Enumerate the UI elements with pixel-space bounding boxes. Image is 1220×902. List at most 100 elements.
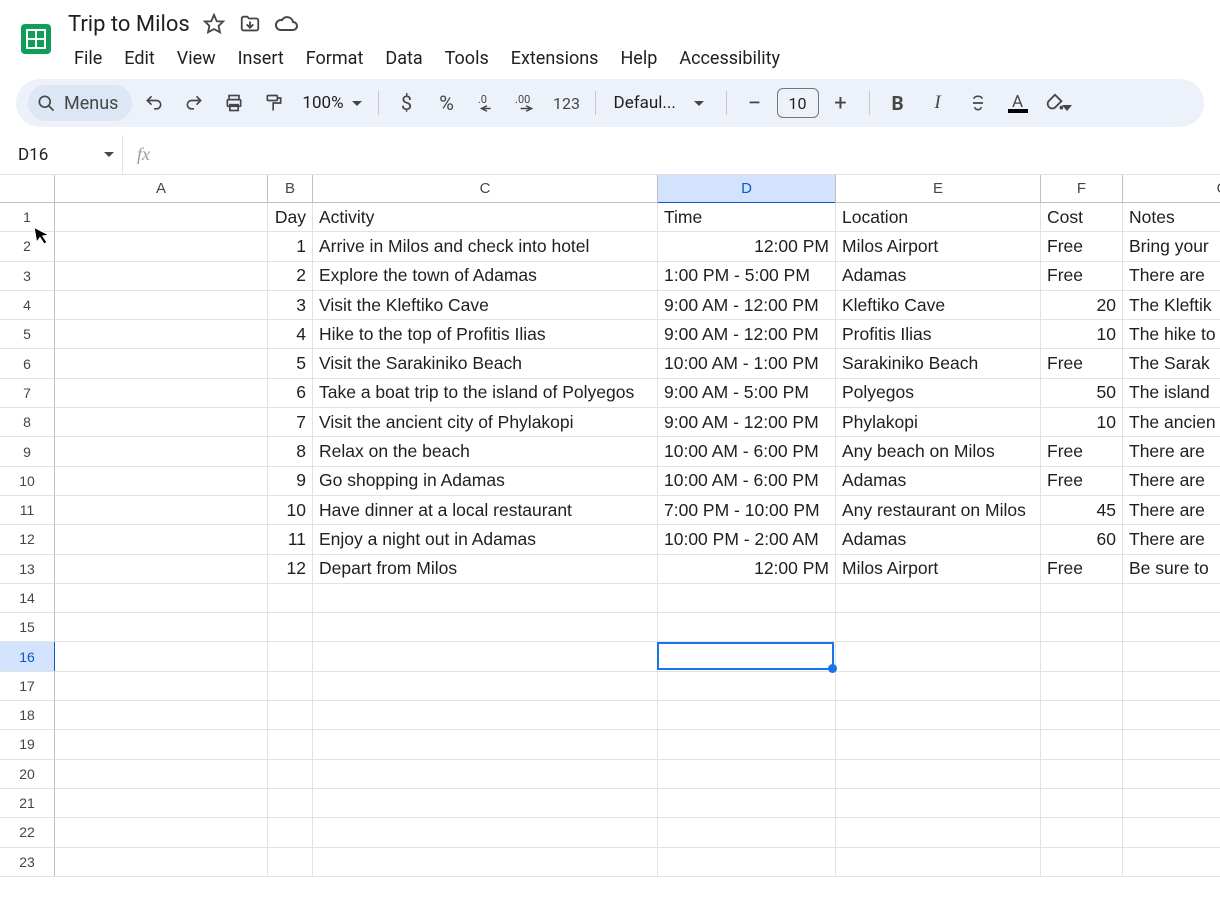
- cloud-status-icon[interactable]: [274, 12, 298, 36]
- cell[interactable]: [55, 496, 268, 525]
- cell[interactable]: 9:00 AM - 12:00 PM: [658, 408, 836, 437]
- cell[interactable]: [658, 730, 836, 759]
- cell[interactable]: [55, 291, 268, 320]
- cell[interactable]: [55, 262, 268, 291]
- cell[interactable]: Relax on the beach: [313, 437, 658, 466]
- cell[interactable]: [313, 584, 658, 613]
- row-header[interactable]: 17: [0, 672, 55, 701]
- cell[interactable]: Polyegos: [836, 379, 1041, 408]
- strikethrough-button[interactable]: [960, 85, 996, 121]
- cell[interactable]: [658, 642, 836, 671]
- cell[interactable]: [658, 701, 836, 730]
- cell[interactable]: Take a boat trip to the island of Polyeg…: [313, 379, 658, 408]
- cell[interactable]: Activity: [313, 203, 658, 232]
- cell[interactable]: 1: [268, 232, 313, 261]
- row-header[interactable]: 8: [0, 408, 55, 437]
- menu-edit[interactable]: Edit: [114, 44, 164, 73]
- cell[interactable]: [268, 672, 313, 701]
- cell[interactable]: [313, 642, 658, 671]
- cell[interactable]: [55, 525, 268, 554]
- cell[interactable]: [313, 672, 658, 701]
- cell[interactable]: [1123, 760, 1220, 789]
- cell[interactable]: 8: [268, 437, 313, 466]
- doc-title[interactable]: Trip to Milos: [68, 12, 190, 37]
- row-header[interactable]: 18: [0, 701, 55, 730]
- cell[interactable]: There are: [1123, 262, 1220, 291]
- cell[interactable]: [268, 818, 313, 847]
- cell[interactable]: [55, 408, 268, 437]
- cell[interactable]: [658, 584, 836, 613]
- menu-help[interactable]: Help: [610, 44, 667, 73]
- menu-view[interactable]: View: [167, 44, 226, 73]
- decrease-font-size-button[interactable]: −: [737, 85, 773, 121]
- cell[interactable]: There are: [1123, 467, 1220, 496]
- row-header[interactable]: 22: [0, 818, 55, 847]
- col-header-G[interactable]: G: [1123, 175, 1220, 202]
- cell[interactable]: [1041, 848, 1123, 877]
- cell[interactable]: [55, 203, 268, 232]
- cell[interactable]: [55, 320, 268, 349]
- cell[interactable]: [313, 613, 658, 642]
- cell[interactable]: Visit the Kleftiko Cave: [313, 291, 658, 320]
- cell[interactable]: [836, 760, 1041, 789]
- cell[interactable]: 9:00 AM - 5:00 PM: [658, 379, 836, 408]
- sheets-logo[interactable]: [16, 12, 56, 66]
- menu-accessibility[interactable]: Accessibility: [669, 44, 790, 73]
- cell[interactable]: 2: [268, 262, 313, 291]
- bold-button[interactable]: B: [880, 85, 916, 121]
- cell[interactable]: [55, 818, 268, 847]
- cell[interactable]: Phylakopi: [836, 408, 1041, 437]
- cell[interactable]: Free: [1041, 262, 1123, 291]
- cell[interactable]: [268, 613, 313, 642]
- cell[interactable]: [55, 848, 268, 877]
- cell[interactable]: 12: [268, 555, 313, 584]
- menu-data[interactable]: Data: [375, 44, 432, 73]
- cell[interactable]: Enjoy a night out in Adamas: [313, 525, 658, 554]
- cell[interactable]: The Sarak: [1123, 349, 1220, 378]
- cell[interactable]: There are: [1123, 496, 1220, 525]
- cell[interactable]: [658, 818, 836, 847]
- cell[interactable]: [55, 379, 268, 408]
- cell[interactable]: 10: [268, 496, 313, 525]
- cell[interactable]: [658, 848, 836, 877]
- cell[interactable]: [1123, 848, 1220, 877]
- cell[interactable]: [836, 613, 1041, 642]
- col-header-D[interactable]: D: [658, 175, 836, 202]
- row-header[interactable]: 2: [0, 232, 55, 261]
- cell[interactable]: Depart from Milos: [313, 555, 658, 584]
- cell[interactable]: [313, 760, 658, 789]
- cell[interactable]: Go shopping in Adamas: [313, 467, 658, 496]
- select-all-corner[interactable]: [0, 175, 55, 202]
- move-icon[interactable]: [238, 12, 262, 36]
- row-header[interactable]: 19: [0, 730, 55, 759]
- cell[interactable]: Free: [1041, 349, 1123, 378]
- menus-search-button[interactable]: Menus: [28, 85, 132, 121]
- cell[interactable]: [836, 642, 1041, 671]
- row-header[interactable]: 23: [0, 848, 55, 877]
- print-button[interactable]: [216, 85, 252, 121]
- cell[interactable]: Adamas: [836, 262, 1041, 291]
- cell[interactable]: [1041, 584, 1123, 613]
- cell[interactable]: Milos Airport: [836, 232, 1041, 261]
- cell[interactable]: Bring your: [1123, 232, 1220, 261]
- cell[interactable]: Any restaurant on Milos: [836, 496, 1041, 525]
- cell[interactable]: Cost: [1041, 203, 1123, 232]
- cell[interactable]: Arrive in Milos and check into hotel: [313, 232, 658, 261]
- decrease-decimal-button[interactable]: .0: [469, 85, 505, 121]
- cell[interactable]: 50: [1041, 379, 1123, 408]
- cell[interactable]: [1123, 701, 1220, 730]
- cell[interactable]: 60: [1041, 525, 1123, 554]
- cell[interactable]: Visit the Sarakiniko Beach: [313, 349, 658, 378]
- cell[interactable]: [268, 760, 313, 789]
- cell[interactable]: [313, 818, 658, 847]
- cell[interactable]: 12:00 PM: [658, 555, 836, 584]
- increase-font-size-button[interactable]: +: [823, 85, 859, 121]
- cell[interactable]: [658, 760, 836, 789]
- cell[interactable]: Day: [268, 203, 313, 232]
- cell[interactable]: [1123, 613, 1220, 642]
- font-size-input[interactable]: 10: [777, 88, 819, 118]
- currency-button[interactable]: $: [389, 85, 425, 121]
- name-box[interactable]: D16: [12, 145, 122, 165]
- menu-format[interactable]: Format: [296, 44, 374, 73]
- redo-button[interactable]: [176, 85, 212, 121]
